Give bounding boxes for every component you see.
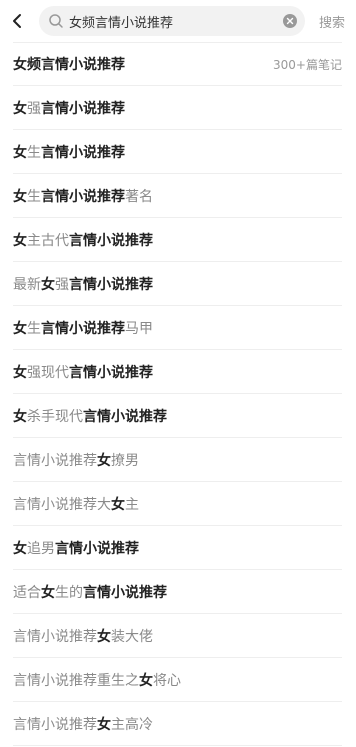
suggestion-match-text: 女 [13, 100, 27, 117]
suggestion-text: 言情小说推荐重生之女将心 [13, 670, 181, 690]
suggestion-extra-text: 言情小说推荐 [13, 628, 97, 645]
suggestion-extra-text: 生 [27, 320, 41, 337]
suggestion-extra-text: 适合 [13, 584, 41, 601]
suggestion-match-text: 言情小说推荐 [41, 144, 125, 161]
suggestion-match-text: 言情小说推荐 [69, 232, 153, 249]
suggestion-text: 女强言情小说推荐 [13, 98, 125, 118]
suggestion-item[interactable]: 女生言情小说推荐 [13, 130, 342, 174]
note-count: 300+篇笔记 [273, 57, 342, 72]
suggestion-extra-text: 马甲 [125, 320, 153, 337]
suggestion-extra-text: 装大佬 [111, 628, 153, 645]
suggestion-match-text: 女 [13, 540, 27, 557]
suggestion-match-text: 女 [41, 276, 55, 293]
search-button[interactable]: 搜索 [319, 12, 345, 31]
suggestion-match-text: 女 [13, 408, 27, 425]
suggestion-match-text: 言情小说推荐 [69, 276, 153, 293]
search-icon [49, 14, 63, 28]
suggestion-extra-text: 最新 [13, 276, 41, 293]
suggestion-match-text: 言情小说推荐 [83, 584, 167, 601]
suggestion-extra-text: 主 [125, 496, 139, 513]
suggestion-match-text: 言情小说推荐 [55, 540, 139, 557]
suggestion-item[interactable]: 言情小说推荐女装大佬 [13, 614, 342, 658]
clear-circle-icon[interactable] [283, 14, 297, 28]
suggestion-item[interactable]: 女频言情小说推荐 300+篇笔记 [13, 42, 342, 86]
suggestion-item[interactable]: 女杀手现代言情小说推荐 [13, 394, 342, 438]
suggestion-item[interactable]: 适合女生的言情小说推荐 [13, 570, 342, 614]
suggestion-item[interactable]: 言情小说推荐大女主 [13, 482, 342, 526]
suggestion-match-text: 女 [111, 496, 125, 513]
suggestion-text: 女杀手现代言情小说推荐 [13, 406, 167, 426]
suggestion-extra-text: 著名 [125, 188, 153, 205]
suggestion-extra-text: 撩男 [111, 452, 139, 469]
suggestion-match-text: 言情小说推荐 [69, 364, 153, 381]
suggestion-item[interactable]: 最新女强言情小说推荐 [13, 262, 342, 306]
suggestion-match-text: 女 [13, 232, 27, 249]
suggestion-text: 女生言情小说推荐马甲 [13, 318, 153, 338]
chevron-left-icon [13, 14, 21, 28]
suggestion-text: 言情小说推荐女撩男 [13, 450, 139, 470]
suggestion-match-text: 言情小说推荐 [41, 188, 125, 205]
suggestion-text: 女追男言情小说推荐 [13, 538, 139, 558]
suggestion-extra-text: 强 [55, 276, 69, 293]
suggestion-match-text: 女 [139, 672, 153, 689]
suggestion-match-text: 女 [97, 452, 111, 469]
search-input[interactable]: 女频言情小说推荐 [39, 6, 305, 36]
suggestion-extra-text: 言情小说推荐大 [13, 496, 111, 513]
top-bar: 女频言情小说推荐 搜索 [0, 0, 356, 42]
suggestion-extra-text: 强现代 [27, 364, 69, 381]
suggestion-match-text: 女 [97, 716, 111, 733]
search-query-text[interactable]: 女频言情小说推荐 [69, 12, 283, 31]
suggestion-extra-text: 主古代 [27, 232, 69, 249]
suggestion-text: 最新女强言情小说推荐 [13, 274, 153, 294]
suggestion-extra-text: 主高冷 [111, 716, 153, 733]
suggestion-match-text: 言情小说推荐 [41, 100, 125, 117]
suggestion-match-text: 言情小说推荐 [83, 408, 167, 425]
suggestion-item[interactable]: 女强言情小说推荐 [13, 86, 342, 130]
suggestion-extra-text: 生 [27, 144, 41, 161]
suggestion-item[interactable]: 女生言情小说推荐著名 [13, 174, 342, 218]
back-button[interactable] [2, 0, 32, 42]
suggestion-text: 言情小说推荐女主高冷 [13, 714, 153, 734]
suggestion-text: 适合女生的言情小说推荐 [13, 582, 167, 602]
suggestion-match-text: 女 [13, 364, 27, 381]
suggestion-text: 女生言情小说推荐 [13, 142, 125, 162]
suggestion-extra-text: 追男 [27, 540, 55, 557]
suggestion-extra-text: 生 [27, 188, 41, 205]
suggestion-item[interactable]: 言情小说推荐女撩男 [13, 438, 342, 482]
suggestion-item[interactable]: 女生言情小说推荐马甲 [13, 306, 342, 350]
suggestion-item[interactable]: 言情小说推荐重生之女将心 [13, 658, 342, 702]
suggestion-extra-text: 强 [27, 100, 41, 117]
suggestion-extra-text: 生的 [55, 584, 83, 601]
suggestion-extra-text: 言情小说推荐 [13, 716, 97, 733]
suggestion-match-text: 女 [97, 628, 111, 645]
suggestion-text: 言情小说推荐女装大佬 [13, 626, 153, 646]
suggestion-match-text: 女频言情小说推荐 [13, 57, 125, 73]
suggestion-match-text: 言情小说推荐 [41, 320, 125, 337]
suggestion-item[interactable]: 女主古代言情小说推荐 [13, 218, 342, 262]
suggestion-match-text: 女 [13, 320, 27, 337]
suggestion-list: 女频言情小说推荐 300+篇笔记 女强言情小说推荐 女生言情小说推荐 女生言情小说推荐著… [0, 42, 356, 746]
suggestion-extra-text: 将心 [153, 672, 181, 689]
suggestion-item[interactable]: 女强现代言情小说推荐 [13, 350, 342, 394]
suggestion-extra-text: 杀手现代 [27, 408, 83, 425]
suggestion-item[interactable]: 言情小说推荐女主高冷 [13, 702, 342, 746]
suggestion-text: 女生言情小说推荐著名 [13, 186, 153, 206]
suggestion-match-text: 女 [13, 144, 27, 161]
suggestion-text: 女强现代言情小说推荐 [13, 362, 153, 382]
suggestion-match-text: 女 [13, 188, 27, 205]
suggestion-match-text: 女 [41, 584, 55, 601]
suggestion-text: 女主古代言情小说推荐 [13, 230, 153, 250]
suggestion-extra-text: 言情小说推荐重生之 [13, 672, 139, 689]
suggestion-text: 言情小说推荐大女主 [13, 494, 139, 514]
suggestion-text: 女频言情小说推荐 [13, 54, 125, 74]
suggestion-item[interactable]: 女追男言情小说推荐 [13, 526, 342, 570]
suggestion-extra-text: 言情小说推荐 [13, 452, 97, 469]
